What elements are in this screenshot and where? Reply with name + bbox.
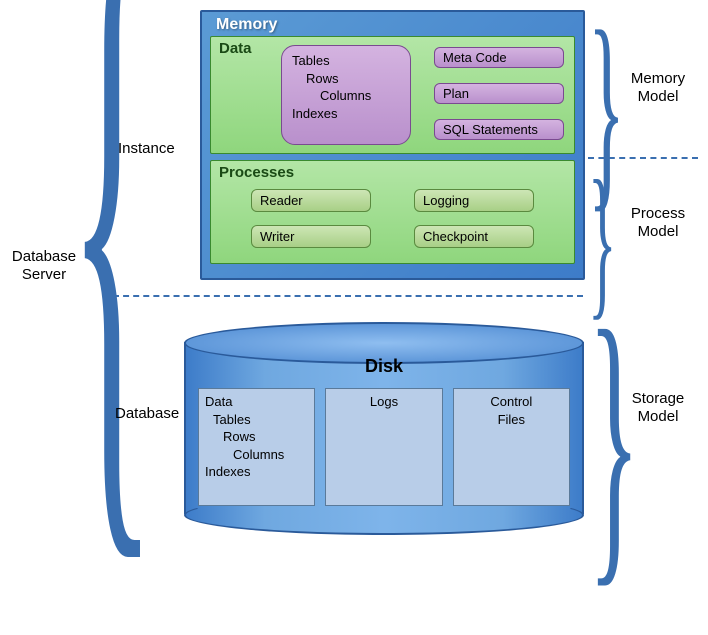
disk-columns: Columns xyxy=(205,446,308,464)
memory-title: Memory xyxy=(210,16,575,34)
disk-title: Disk xyxy=(184,356,584,377)
label-memory-model: MemoryModel xyxy=(618,70,698,106)
memory-container: Memory Data Tables Rows Columns Indexes … xyxy=(200,10,585,280)
disk-logs-panel: Logs xyxy=(325,388,442,506)
label-process-model: ProcessModel xyxy=(618,205,698,241)
dashed-divider-lower xyxy=(113,295,583,297)
columns-line: Columns xyxy=(292,87,400,105)
processes-section: Processes Reader Writer Logging Checkpoi… xyxy=(210,160,575,264)
indexes-line: Indexes xyxy=(292,105,400,123)
reader-box: Reader xyxy=(251,189,371,212)
label-storage-model: StorageModel xyxy=(618,390,698,426)
disk-data-panel: Data Tables Rows Columns Indexes xyxy=(198,388,315,506)
label-instance: Instance xyxy=(118,140,175,157)
disk-rows: Rows xyxy=(205,428,308,446)
disk-control-panel: ControlFiles xyxy=(453,388,570,506)
label-database: Database xyxy=(115,405,179,422)
writer-box: Writer xyxy=(251,225,371,248)
sql-statements-box: SQL Statements xyxy=(434,119,564,140)
processes-title: Processes xyxy=(219,164,566,181)
brace-root xyxy=(88,15,112,510)
disk-tables: Tables xyxy=(205,411,308,429)
meta-code-box: Meta Code xyxy=(434,47,564,68)
disk-indexes: Indexes xyxy=(205,463,308,481)
tables-box: Tables Rows Columns Indexes xyxy=(281,45,411,145)
tables-line: Tables xyxy=(292,52,400,70)
plan-box: Plan xyxy=(434,83,564,104)
rows-line: Rows xyxy=(292,70,400,88)
database-architecture-diagram: DatabaseServer Instance Database Memory … xyxy=(0,0,708,530)
label-database-server: DatabaseServer xyxy=(4,248,84,284)
data-section: Data Tables Rows Columns Indexes Meta Co… xyxy=(210,36,575,154)
logging-box: Logging xyxy=(414,189,534,212)
disk-data-heading: Data xyxy=(205,393,308,411)
dashed-divider-upper xyxy=(588,157,698,159)
disk-cylinder: Disk Data Tables Rows Columns Indexes Lo… xyxy=(184,322,584,517)
checkpoint-box: Checkpoint xyxy=(414,225,534,248)
disk-panels: Data Tables Rows Columns Indexes Logs Co… xyxy=(198,388,570,506)
